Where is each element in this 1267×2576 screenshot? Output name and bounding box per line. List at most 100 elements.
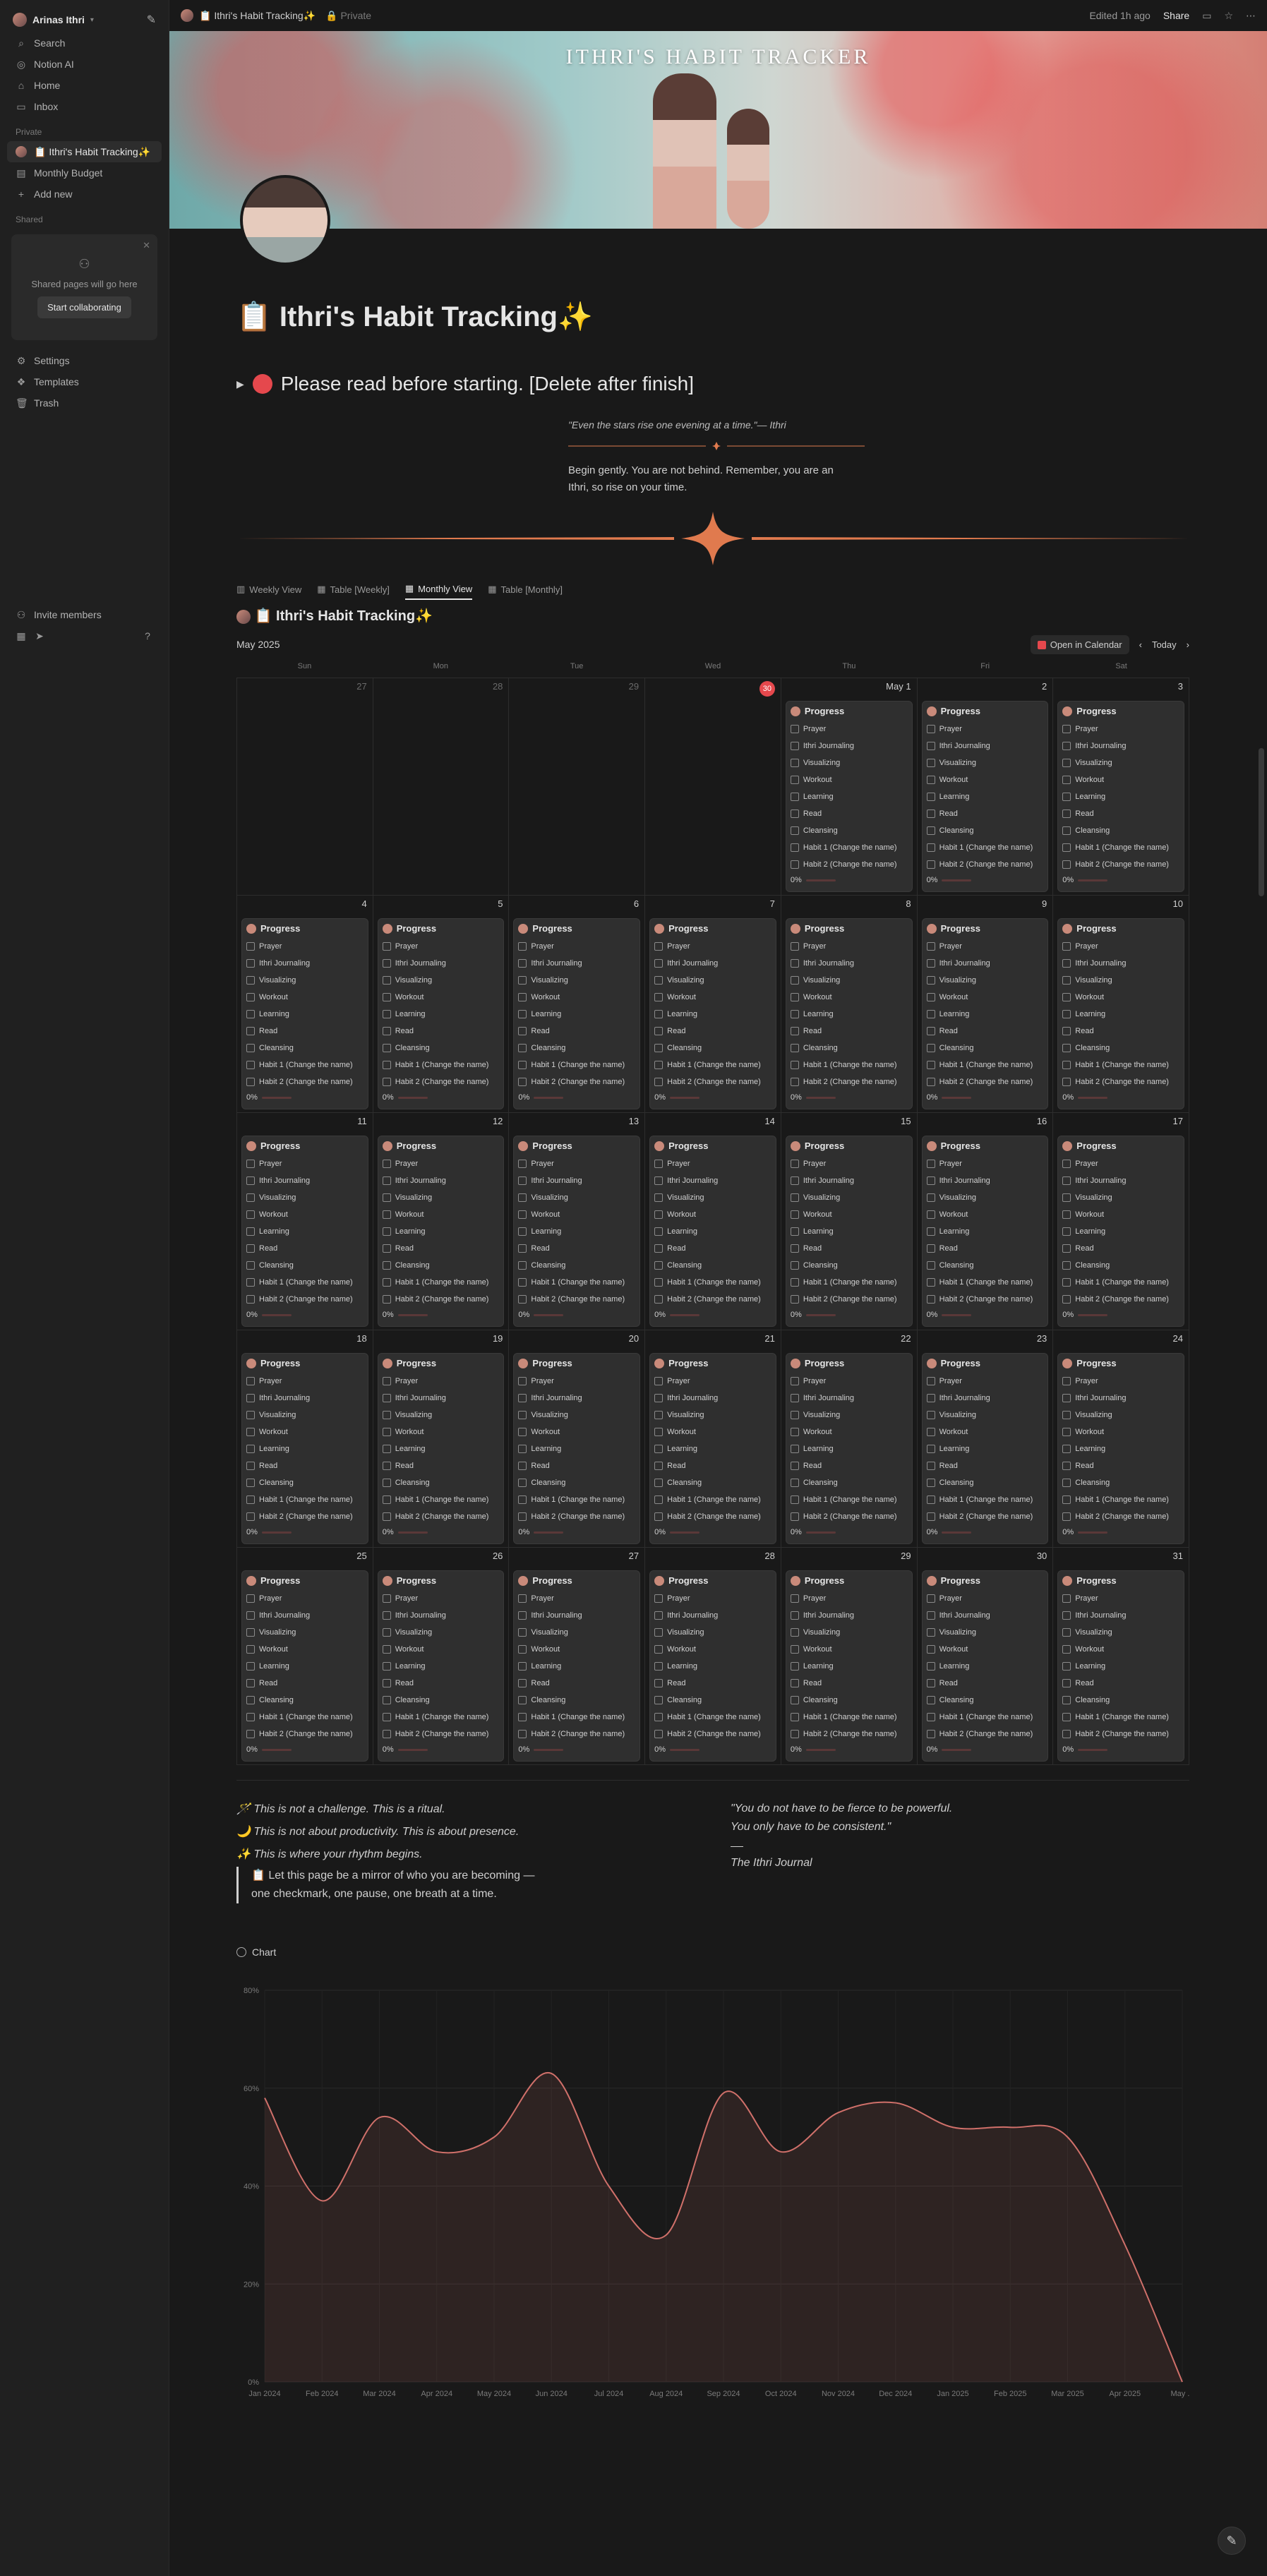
habit-checkbox[interactable] bbox=[926, 1010, 935, 1018]
habit-item[interactable]: Read bbox=[1062, 1457, 1179, 1474]
calendar-day[interactable]: May 1 Progress Prayer Ithri Journaling Visua… bbox=[781, 678, 918, 896]
habit-checkbox[interactable] bbox=[1062, 1061, 1071, 1069]
habit-item[interactable]: Ithri Journaling bbox=[790, 1607, 908, 1624]
habit-checkbox[interactable] bbox=[246, 1628, 255, 1637]
habit-checkbox[interactable] bbox=[926, 1628, 935, 1637]
habit-checkbox[interactable] bbox=[518, 1377, 527, 1385]
habit-checkbox[interactable] bbox=[246, 1411, 255, 1419]
habit-checkbox[interactable] bbox=[518, 1713, 527, 1721]
habit-checkbox[interactable] bbox=[246, 1295, 255, 1304]
habit-item[interactable]: Habit 1 (Change the name) bbox=[654, 1057, 771, 1073]
habit-item[interactable]: Workout bbox=[790, 1641, 908, 1658]
habit-item[interactable]: Habit 2 (Change the name) bbox=[654, 1508, 771, 1525]
habit-checkbox[interactable] bbox=[654, 1445, 663, 1453]
habit-item[interactable]: Workout bbox=[926, 771, 1044, 788]
habit-item[interactable]: Ithri Journaling bbox=[926, 738, 1044, 754]
habit-checkbox[interactable] bbox=[790, 942, 799, 951]
habit-checkbox[interactable] bbox=[1062, 1261, 1071, 1270]
habit-checkbox[interactable] bbox=[1062, 843, 1071, 852]
habit-item[interactable]: Habit 2 (Change the name) bbox=[926, 1073, 1044, 1090]
habit-item[interactable]: Workout bbox=[246, 1424, 364, 1440]
progress-card[interactable]: Progress Prayer Ithri Journaling Visualizin… bbox=[1057, 1570, 1184, 1762]
habit-checkbox[interactable] bbox=[518, 1628, 527, 1637]
habit-checkbox[interactable] bbox=[790, 1512, 799, 1521]
habit-checkbox[interactable] bbox=[790, 1176, 799, 1185]
habit-item[interactable]: Prayer bbox=[1062, 1373, 1179, 1390]
calendar-day[interactable]: 10 Progress Prayer Ithri Journaling Visualiz… bbox=[1053, 896, 1189, 1113]
habit-checkbox[interactable] bbox=[1062, 1696, 1071, 1704]
habit-item[interactable]: Habit 2 (Change the name) bbox=[654, 1291, 771, 1308]
habit-checkbox[interactable] bbox=[1062, 1479, 1071, 1487]
habit-checkbox[interactable] bbox=[382, 1594, 391, 1603]
habit-item[interactable]: Learning bbox=[926, 1440, 1044, 1457]
habit-checkbox[interactable] bbox=[790, 826, 799, 835]
habit-item[interactable]: Learning bbox=[790, 788, 908, 805]
habit-item[interactable]: Habit 1 (Change the name) bbox=[790, 1709, 908, 1726]
habit-item[interactable]: Habit 2 (Change the name) bbox=[246, 1073, 364, 1090]
habit-checkbox[interactable] bbox=[518, 1210, 527, 1219]
habit-item[interactable]: Read bbox=[382, 1240, 500, 1257]
habit-checkbox[interactable] bbox=[246, 1027, 255, 1035]
habit-item[interactable]: Ithri Journaling bbox=[518, 1172, 635, 1189]
habit-item[interactable]: Habit 1 (Change the name) bbox=[382, 1274, 500, 1291]
habit-item[interactable]: Workout bbox=[1062, 1424, 1179, 1440]
habit-checkbox[interactable] bbox=[790, 793, 799, 801]
sidebar-item-home[interactable]: ⌂ Home bbox=[7, 75, 162, 96]
habit-checkbox[interactable] bbox=[926, 1696, 935, 1704]
habit-checkbox[interactable] bbox=[1062, 725, 1071, 733]
habit-checkbox[interactable] bbox=[926, 1027, 935, 1035]
habit-item[interactable]: Ithri Journaling bbox=[246, 1172, 364, 1189]
habit-checkbox[interactable] bbox=[654, 1628, 663, 1637]
habit-item[interactable]: Learning bbox=[246, 1006, 364, 1023]
habit-checkbox[interactable] bbox=[790, 1428, 799, 1436]
habit-item[interactable]: Ithri Journaling bbox=[790, 1172, 908, 1189]
habit-item[interactable]: Workout bbox=[246, 1206, 364, 1223]
habit-checkbox[interactable] bbox=[926, 1078, 935, 1086]
habit-checkbox[interactable] bbox=[654, 1428, 663, 1436]
habit-checkbox[interactable] bbox=[1062, 1027, 1071, 1035]
habit-checkbox[interactable] bbox=[654, 1061, 663, 1069]
habit-checkbox[interactable] bbox=[382, 1278, 391, 1287]
habit-item[interactable]: Workout bbox=[382, 989, 500, 1006]
habit-checkbox[interactable] bbox=[654, 1479, 663, 1487]
habit-checkbox[interactable] bbox=[382, 1428, 391, 1436]
habit-item[interactable]: Visualizing bbox=[790, 972, 908, 989]
habit-item[interactable]: Cleansing bbox=[654, 1257, 771, 1274]
habit-checkbox[interactable] bbox=[518, 1394, 527, 1402]
habit-item[interactable]: Learning bbox=[518, 1223, 635, 1240]
habit-checkbox[interactable] bbox=[246, 1210, 255, 1219]
habit-item[interactable]: Cleansing bbox=[246, 1040, 364, 1057]
habit-item[interactable]: Habit 1 (Change the name) bbox=[518, 1057, 635, 1073]
habit-item[interactable]: Habit 2 (Change the name) bbox=[1062, 856, 1179, 873]
habit-item[interactable]: Habit 2 (Change the name) bbox=[654, 1726, 771, 1743]
habit-item[interactable]: Habit 2 (Change the name) bbox=[926, 1726, 1044, 1743]
habit-item[interactable]: Workout bbox=[246, 989, 364, 1006]
progress-card[interactable]: Progress Prayer Ithri Journaling Visualizin… bbox=[649, 918, 776, 1109]
habit-checkbox[interactable] bbox=[382, 1394, 391, 1402]
habit-item[interactable]: Read bbox=[654, 1240, 771, 1257]
habit-item[interactable]: Habit 2 (Change the name) bbox=[518, 1726, 635, 1743]
star-icon[interactable]: ☆ bbox=[1224, 10, 1233, 22]
habit-checkbox[interactable] bbox=[654, 1176, 663, 1185]
habit-item[interactable]: Visualizing bbox=[1062, 1624, 1179, 1641]
habit-item[interactable]: Ithri Journaling bbox=[790, 738, 908, 754]
habit-checkbox[interactable] bbox=[790, 1278, 799, 1287]
habit-item[interactable]: Learning bbox=[246, 1658, 364, 1675]
habit-checkbox[interactable] bbox=[382, 1044, 391, 1052]
habit-item[interactable]: Read bbox=[382, 1675, 500, 1692]
habit-item[interactable]: Ithri Journaling bbox=[518, 1607, 635, 1624]
habit-checkbox[interactable] bbox=[926, 1394, 935, 1402]
calendar-day[interactable]: 6 Progress Prayer Ithri Journaling Visualizi… bbox=[509, 896, 646, 1113]
habit-checkbox[interactable] bbox=[518, 1445, 527, 1453]
habit-checkbox[interactable] bbox=[518, 1244, 527, 1253]
habit-item[interactable]: Prayer bbox=[1062, 1590, 1179, 1607]
progress-card[interactable]: Progress Prayer Ithri Journaling Visualizin… bbox=[785, 1570, 913, 1762]
habit-checkbox[interactable] bbox=[790, 776, 799, 784]
habit-item[interactable]: Prayer bbox=[246, 1155, 364, 1172]
habit-checkbox[interactable] bbox=[926, 860, 935, 869]
habit-item[interactable]: Prayer bbox=[926, 1590, 1044, 1607]
habit-item[interactable]: Habit 2 (Change the name) bbox=[926, 1508, 1044, 1525]
habit-item[interactable]: Prayer bbox=[518, 938, 635, 955]
habit-item[interactable]: Learning bbox=[246, 1440, 364, 1457]
calendar-day[interactable]: 2 Progress Prayer Ithri Journaling Visualizi… bbox=[917, 678, 1054, 896]
